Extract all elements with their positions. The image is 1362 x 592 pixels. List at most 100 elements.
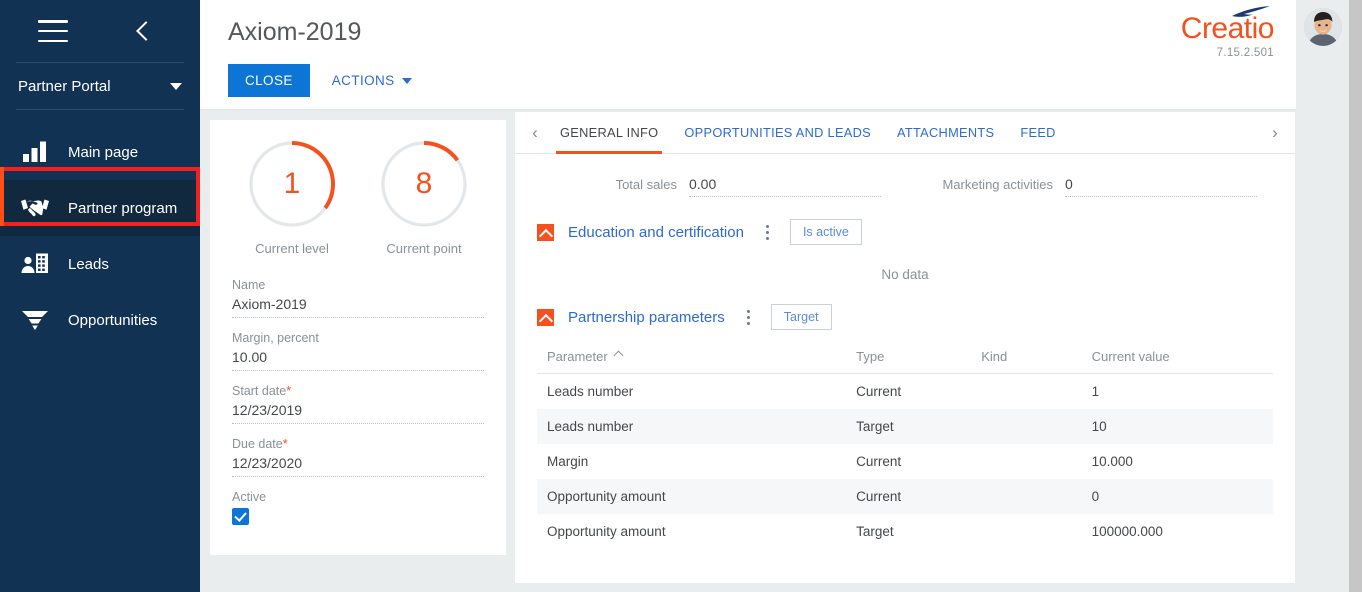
sort-ascending-icon: [613, 351, 623, 361]
section-partnership-parameters: Partnership parameters Target Parameter …: [515, 304, 1295, 549]
field-label: Name: [232, 278, 484, 292]
table-header-row: Parameter Type Kind Current value: [537, 344, 1273, 374]
field-label: Start date*: [232, 384, 484, 398]
chevron-left-icon[interactable]: [132, 20, 154, 42]
column-header-type[interactable]: Type: [846, 344, 971, 374]
sidebar-item-main-page[interactable]: Main page: [0, 124, 200, 180]
cell-current-value: 0: [1082, 479, 1273, 514]
section-title[interactable]: Partnership parameters: [568, 309, 725, 326]
sidebar-item-label: Opportunities: [68, 312, 157, 329]
sidebar-item-label: Leads: [68, 256, 109, 273]
field-label: Margin, percent: [232, 331, 484, 345]
gauge-current-point: 8 Current point: [376, 138, 472, 256]
active-item-marker: [0, 167, 4, 226]
chevron-down-icon: [402, 78, 412, 84]
cell-parameter: Margin: [537, 444, 846, 479]
required-asterisk: *: [286, 384, 291, 398]
column-header-current-value[interactable]: Current value: [1082, 344, 1273, 374]
tab-label: FEED: [1020, 125, 1055, 140]
table-row[interactable]: Opportunity amount Target 100000.000: [537, 514, 1273, 549]
sidebar-nav: Main page Partner program: [0, 124, 200, 348]
cell-kind: [971, 409, 1081, 444]
cell-type: Target: [846, 514, 971, 549]
field-value[interactable]: 0: [1065, 176, 1257, 197]
cell-type: Target: [846, 409, 971, 444]
cell-current-value: 10: [1082, 409, 1273, 444]
cell-parameter: Opportunity amount: [537, 479, 846, 514]
table-row[interactable]: Opportunity amount Current 0: [537, 479, 1273, 514]
kebab-menu-icon[interactable]: [747, 310, 751, 325]
gauge-current-level: 1 Current level: [244, 138, 340, 256]
page-header: Axiom-2019 CLOSE ACTIONS Creatio 7.15.2.…: [200, 0, 1296, 110]
cell-current-value: 100000.000: [1082, 514, 1273, 549]
record-fields: Name Axiom-2019 Margin, percent 10.00 St…: [210, 256, 506, 525]
chevron-left-icon[interactable]: ‹: [523, 123, 547, 143]
record-summary-card: 1 Current level 8 Current point: [210, 120, 506, 555]
cell-kind: [971, 444, 1081, 479]
workspace-selector[interactable]: Partner Portal: [0, 63, 200, 109]
cell-type: Current: [846, 374, 971, 410]
close-button[interactable]: CLOSE: [228, 64, 310, 97]
cell-parameter: Leads number: [537, 409, 846, 444]
field-value[interactable]: 10.00: [232, 349, 484, 371]
tab-label: GENERAL INFO: [560, 125, 658, 140]
column-header-parameter[interactable]: Parameter: [537, 344, 846, 374]
field-start-date: Start date* 12/23/2019: [232, 384, 484, 424]
cell-current-value: 10.000: [1082, 444, 1273, 479]
application-window: Partner Portal Main page: [0, 0, 1362, 592]
empty-state-text: No data: [537, 245, 1273, 282]
filter-button-is-active[interactable]: Is active: [790, 219, 862, 245]
sidebar-item-leads[interactable]: Leads: [0, 236, 200, 292]
active-checkbox[interactable]: [232, 508, 249, 525]
field-value[interactable]: Axiom-2019: [232, 296, 484, 318]
table-row[interactable]: Leads number Current 1: [537, 374, 1273, 410]
table-body: Leads number Current 1 Leads number Targ…: [537, 374, 1273, 550]
sidebar-item-opportunities[interactable]: Opportunities: [0, 292, 200, 348]
sidebar-item-partner-program[interactable]: Partner program: [0, 180, 200, 236]
tab-feed[interactable]: FEED: [1007, 112, 1068, 154]
page-scrollbar[interactable]: [1349, 0, 1362, 592]
swoosh-icon: [1230, 5, 1272, 19]
chevron-right-icon[interactable]: ›: [1263, 123, 1287, 143]
field-value[interactable]: 12/23/2020: [232, 455, 484, 477]
chevron-up-icon[interactable]: [537, 224, 554, 241]
table-row[interactable]: Margin Current 10.000: [537, 444, 1273, 479]
actions-menu-button[interactable]: ACTIONS: [332, 73, 412, 88]
main-area: Axiom-2019 CLOSE ACTIONS Creatio 7.15.2.…: [200, 0, 1362, 592]
kebab-menu-icon[interactable]: [766, 225, 770, 240]
filter-button-target[interactable]: Target: [771, 304, 832, 330]
detail-card: ‹ GENERAL INFO OPPORTUNITIES AND LEADS A…: [515, 112, 1295, 583]
tab-attachments[interactable]: ATTACHMENTS: [884, 112, 1007, 154]
avatar[interactable]: [1304, 8, 1342, 46]
brand-logo: Creatio 7.15.2.501: [1181, 14, 1274, 59]
field-label: Total sales: [529, 177, 677, 197]
cell-type: Current: [846, 444, 971, 479]
actions-menu-label: ACTIONS: [332, 73, 395, 88]
hamburger-menu-icon[interactable]: [38, 20, 68, 42]
tab-bar: ‹ GENERAL INFO OPPORTUNITIES AND LEADS A…: [515, 112, 1295, 154]
field-margin-percent: Margin, percent 10.00: [232, 331, 484, 371]
gauge-ring: 1: [246, 138, 338, 230]
field-value[interactable]: 12/23/2019: [232, 402, 484, 424]
parameters-table: Parameter Type Kind Current value Leads …: [537, 344, 1273, 549]
sidebar-item-label: Partner program: [68, 200, 177, 217]
table-row[interactable]: Leads number Target 10: [537, 409, 1273, 444]
section-header: Partnership parameters Target: [537, 304, 1273, 330]
header-action-bar: CLOSE ACTIONS: [228, 64, 412, 97]
column-header-kind[interactable]: Kind: [971, 344, 1081, 374]
section-title[interactable]: Education and certification: [568, 224, 744, 241]
chevron-up-icon[interactable]: [537, 309, 554, 326]
cell-current-value: 1: [1082, 374, 1273, 410]
tab-general-info[interactable]: GENERAL INFO: [547, 112, 671, 154]
chevron-down-icon: [170, 83, 182, 90]
table-header: Parameter Type Kind Current value: [537, 344, 1273, 374]
tab-label: ATTACHMENTS: [897, 125, 994, 140]
funnel-icon: [18, 305, 52, 335]
gauge-value: 1: [246, 138, 338, 230]
field-label: Active: [232, 490, 484, 504]
field-value[interactable]: 0.00: [689, 176, 881, 197]
field-label: Due date*: [232, 437, 484, 451]
tab-opportunities-and-leads[interactable]: OPPORTUNITIES AND LEADS: [671, 112, 884, 154]
handshake-icon: [18, 193, 52, 223]
version-label: 7.15.2.501: [1181, 47, 1274, 59]
